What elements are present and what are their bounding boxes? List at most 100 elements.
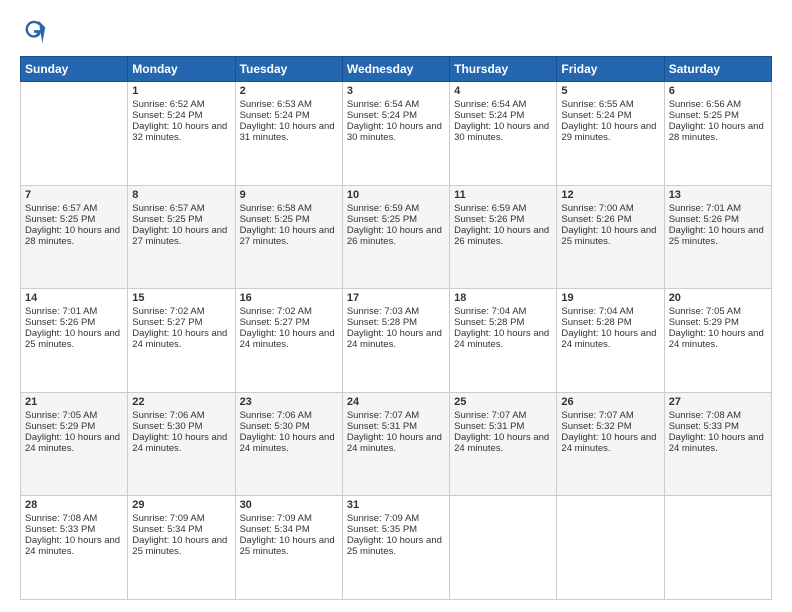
sunset-text: Sunset: 5:25 PM (669, 110, 739, 121)
sunset-text: Sunset: 5:28 PM (347, 317, 417, 328)
calendar-day-header: Friday (557, 57, 664, 82)
sunset-text: Sunset: 5:34 PM (240, 524, 310, 535)
sunrise-text: Sunrise: 6:57 AM (132, 203, 204, 214)
day-number: 31 (347, 499, 445, 511)
sunrise-text: Sunrise: 7:03 AM (347, 306, 419, 317)
day-number: 2 (240, 85, 338, 97)
daylight-text: Daylight: 10 hours and 32 minutes. (132, 121, 227, 143)
calendar-cell: 2 Sunrise: 6:53 AM Sunset: 5:24 PM Dayli… (235, 82, 342, 186)
sunset-text: Sunset: 5:32 PM (561, 421, 631, 432)
calendar-cell (557, 496, 664, 600)
calendar-cell: 22 Sunrise: 7:06 AM Sunset: 5:30 PM Dayl… (128, 392, 235, 496)
sunset-text: Sunset: 5:26 PM (454, 214, 524, 225)
day-number: 15 (132, 292, 230, 304)
calendar-day-header: Thursday (450, 57, 557, 82)
daylight-text: Daylight: 10 hours and 24 minutes. (25, 432, 120, 454)
daylight-text: Daylight: 10 hours and 27 minutes. (240, 225, 335, 247)
sunset-text: Sunset: 5:26 PM (25, 317, 95, 328)
day-number: 22 (132, 396, 230, 408)
sunrise-text: Sunrise: 7:04 AM (561, 306, 633, 317)
calendar-cell (664, 496, 771, 600)
logo-icon (20, 18, 48, 46)
daylight-text: Daylight: 10 hours and 24 minutes. (132, 328, 227, 350)
day-number: 3 (347, 85, 445, 97)
day-number: 6 (669, 85, 767, 97)
daylight-text: Daylight: 10 hours and 30 minutes. (454, 121, 549, 143)
day-number: 9 (240, 189, 338, 201)
daylight-text: Daylight: 10 hours and 25 minutes. (25, 328, 120, 350)
sunset-text: Sunset: 5:29 PM (669, 317, 739, 328)
calendar-cell: 18 Sunrise: 7:04 AM Sunset: 5:28 PM Dayl… (450, 289, 557, 393)
sunset-text: Sunset: 5:31 PM (454, 421, 524, 432)
calendar-cell: 13 Sunrise: 7:01 AM Sunset: 5:26 PM Dayl… (664, 185, 771, 289)
daylight-text: Daylight: 10 hours and 24 minutes. (240, 328, 335, 350)
calendar-cell: 20 Sunrise: 7:05 AM Sunset: 5:29 PM Dayl… (664, 289, 771, 393)
sunrise-text: Sunrise: 7:07 AM (561, 410, 633, 421)
calendar-cell (450, 496, 557, 600)
sunrise-text: Sunrise: 7:02 AM (132, 306, 204, 317)
sunset-text: Sunset: 5:24 PM (240, 110, 310, 121)
day-number: 23 (240, 396, 338, 408)
day-number: 25 (454, 396, 552, 408)
calendar-cell: 24 Sunrise: 7:07 AM Sunset: 5:31 PM Dayl… (342, 392, 449, 496)
logo (20, 18, 52, 46)
sunrise-text: Sunrise: 7:00 AM (561, 203, 633, 214)
sunset-text: Sunset: 5:33 PM (25, 524, 95, 535)
day-number: 13 (669, 189, 767, 201)
sunset-text: Sunset: 5:35 PM (347, 524, 417, 535)
sunset-text: Sunset: 5:28 PM (561, 317, 631, 328)
sunset-text: Sunset: 5:24 PM (561, 110, 631, 121)
calendar-cell: 23 Sunrise: 7:06 AM Sunset: 5:30 PM Dayl… (235, 392, 342, 496)
daylight-text: Daylight: 10 hours and 30 minutes. (347, 121, 442, 143)
sunrise-text: Sunrise: 7:07 AM (454, 410, 526, 421)
sunrise-text: Sunrise: 7:02 AM (240, 306, 312, 317)
sunrise-text: Sunrise: 7:07 AM (347, 410, 419, 421)
daylight-text: Daylight: 10 hours and 28 minutes. (25, 225, 120, 247)
day-number: 5 (561, 85, 659, 97)
day-number: 21 (25, 396, 123, 408)
page: SundayMondayTuesdayWednesdayThursdayFrid… (0, 0, 792, 612)
calendar-cell: 19 Sunrise: 7:04 AM Sunset: 5:28 PM Dayl… (557, 289, 664, 393)
daylight-text: Daylight: 10 hours and 24 minutes. (132, 432, 227, 454)
sunset-text: Sunset: 5:24 PM (454, 110, 524, 121)
sunset-text: Sunset: 5:29 PM (25, 421, 95, 432)
calendar-day-header: Wednesday (342, 57, 449, 82)
calendar-day-header: Monday (128, 57, 235, 82)
calendar-cell: 14 Sunrise: 7:01 AM Sunset: 5:26 PM Dayl… (21, 289, 128, 393)
calendar-cell: 28 Sunrise: 7:08 AM Sunset: 5:33 PM Dayl… (21, 496, 128, 600)
daylight-text: Daylight: 10 hours and 24 minutes. (669, 432, 764, 454)
sunrise-text: Sunrise: 6:52 AM (132, 99, 204, 110)
calendar-day-header: Sunday (21, 57, 128, 82)
daylight-text: Daylight: 10 hours and 28 minutes. (669, 121, 764, 143)
sunrise-text: Sunrise: 7:01 AM (25, 306, 97, 317)
calendar-cell: 26 Sunrise: 7:07 AM Sunset: 5:32 PM Dayl… (557, 392, 664, 496)
calendar-cell: 6 Sunrise: 6:56 AM Sunset: 5:25 PM Dayli… (664, 82, 771, 186)
day-number: 16 (240, 292, 338, 304)
sunrise-text: Sunrise: 6:54 AM (454, 99, 526, 110)
sunset-text: Sunset: 5:26 PM (669, 214, 739, 225)
day-number: 8 (132, 189, 230, 201)
day-number: 1 (132, 85, 230, 97)
calendar-cell (21, 82, 128, 186)
sunset-text: Sunset: 5:26 PM (561, 214, 631, 225)
daylight-text: Daylight: 10 hours and 25 minutes. (347, 535, 442, 557)
sunset-text: Sunset: 5:33 PM (669, 421, 739, 432)
sunset-text: Sunset: 5:24 PM (132, 110, 202, 121)
daylight-text: Daylight: 10 hours and 24 minutes. (454, 328, 549, 350)
sunset-text: Sunset: 5:25 PM (25, 214, 95, 225)
day-number: 26 (561, 396, 659, 408)
sunrise-text: Sunrise: 6:59 AM (454, 203, 526, 214)
calendar-cell: 15 Sunrise: 7:02 AM Sunset: 5:27 PM Dayl… (128, 289, 235, 393)
day-number: 17 (347, 292, 445, 304)
calendar-day-header: Tuesday (235, 57, 342, 82)
daylight-text: Daylight: 10 hours and 26 minutes. (347, 225, 442, 247)
calendar-header-row: SundayMondayTuesdayWednesdayThursdayFrid… (21, 57, 772, 82)
daylight-text: Daylight: 10 hours and 24 minutes. (669, 328, 764, 350)
day-number: 19 (561, 292, 659, 304)
sunrise-text: Sunrise: 6:55 AM (561, 99, 633, 110)
sunrise-text: Sunrise: 7:09 AM (132, 513, 204, 524)
sunrise-text: Sunrise: 7:06 AM (132, 410, 204, 421)
sunrise-text: Sunrise: 6:54 AM (347, 99, 419, 110)
sunrise-text: Sunrise: 6:58 AM (240, 203, 312, 214)
daylight-text: Daylight: 10 hours and 29 minutes. (561, 121, 656, 143)
